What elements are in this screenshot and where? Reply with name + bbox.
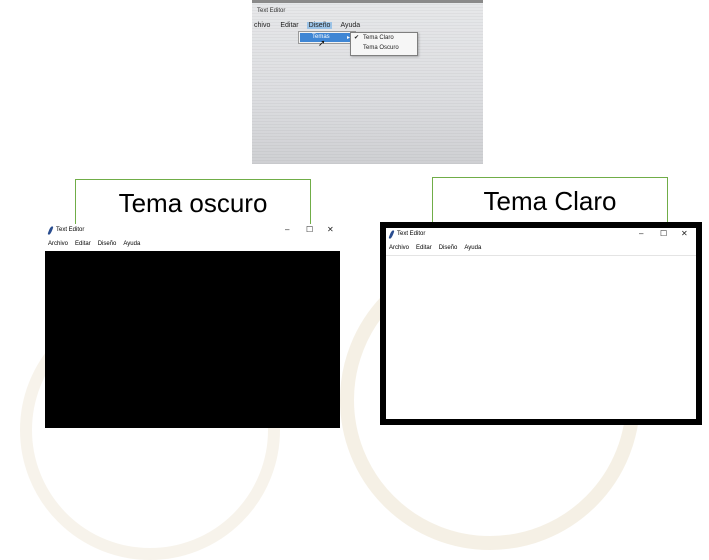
photo-menu-item-temas[interactable]: Temas ▸ bbox=[300, 33, 354, 42]
text-area-dark[interactable] bbox=[45, 251, 340, 428]
menu-ayuda[interactable]: Ayuda bbox=[123, 241, 140, 247]
minimize-button[interactable]: – bbox=[285, 225, 289, 234]
photo-menu-diseno[interactable]: Diseño bbox=[306, 22, 333, 29]
editor-window-light: Text Editor – ☐ ✕ Archivo Editar Diseño … bbox=[380, 222, 702, 425]
checkmark-icon: ✔ bbox=[354, 35, 360, 41]
menu-archivo[interactable]: Archivo bbox=[389, 245, 409, 251]
menu-diseno[interactable]: Diseño bbox=[98, 241, 117, 247]
window-title: Text Editor bbox=[56, 227, 85, 233]
photo-menu-ayuda[interactable]: Ayuda bbox=[338, 22, 362, 29]
photo-diseno-submenu: Temas ▸ bbox=[298, 31, 356, 44]
title-bar: Text Editor – ☐ ✕ bbox=[386, 228, 696, 242]
menu-diseno[interactable]: Diseño bbox=[439, 245, 458, 251]
menu-archivo[interactable]: Archivo bbox=[48, 241, 68, 247]
editor-window-dark: Text Editor – ☐ ✕ Archivo Editar Diseño … bbox=[45, 224, 340, 428]
feather-icon bbox=[388, 229, 395, 240]
menubar: Archivo Editar Diseño Ayuda bbox=[386, 242, 696, 254]
maximize-button[interactable]: ☐ bbox=[660, 229, 667, 238]
window-title: Text Editor bbox=[397, 231, 426, 237]
photo-temas-flyout: ✔ Tema Claro Tema Oscuro bbox=[350, 32, 418, 56]
photo-menu-item-tema-oscuro[interactable]: Tema Oscuro bbox=[351, 43, 417, 53]
close-button[interactable]: ✕ bbox=[327, 225, 334, 234]
photo-window-title: Text Editor bbox=[257, 8, 286, 14]
photo-menu-archivo[interactable]: chivo bbox=[252, 22, 272, 29]
menu-ayuda[interactable]: Ayuda bbox=[464, 245, 481, 251]
menu-editar[interactable]: Editar bbox=[416, 245, 432, 251]
photo-menu-item-tema-claro[interactable]: ✔ Tema Claro bbox=[351, 33, 417, 43]
menubar: Archivo Editar Diseño Ayuda bbox=[45, 238, 340, 250]
photo-top-edge bbox=[252, 0, 483, 3]
caption-tema-claro: Tema Claro bbox=[432, 177, 668, 223]
minimize-button[interactable]: – bbox=[639, 229, 643, 238]
close-button[interactable]: ✕ bbox=[681, 229, 688, 238]
menu-photo: Text Editor chivo Editar Diseño Ayuda Te… bbox=[252, 0, 483, 164]
feather-icon bbox=[47, 225, 54, 236]
photo-menu-editar[interactable]: Editar bbox=[278, 22, 300, 29]
photo-menubar: chivo Editar Diseño Ayuda bbox=[252, 20, 483, 31]
photo-tema-claro-label: Tema Claro bbox=[363, 35, 394, 41]
text-area-light[interactable] bbox=[386, 255, 696, 419]
caption-tema-oscuro: Tema oscuro bbox=[75, 179, 311, 225]
title-bar: Text Editor – ☐ ✕ bbox=[45, 224, 340, 238]
mouse-cursor-icon: ➚ bbox=[318, 38, 326, 48]
menu-editar[interactable]: Editar bbox=[75, 241, 91, 247]
photo-tema-oscuro-label: Tema Oscuro bbox=[363, 45, 399, 51]
maximize-button[interactable]: ☐ bbox=[306, 225, 313, 234]
